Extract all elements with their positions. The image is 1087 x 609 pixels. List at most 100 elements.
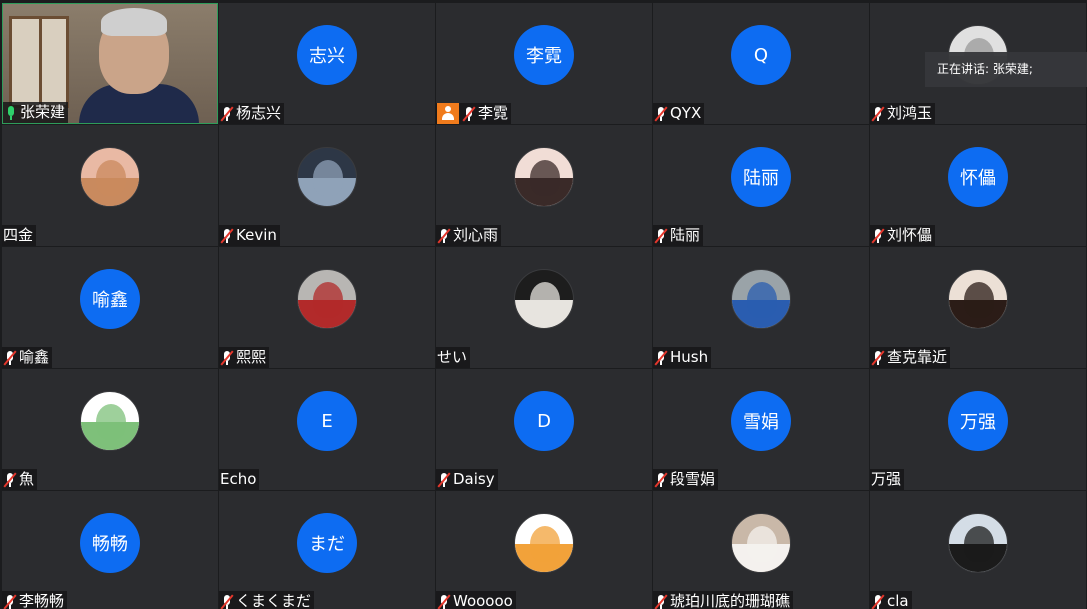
participant-nametag: 四金 (2, 225, 37, 246)
participant-tile[interactable]: 魚 (2, 369, 218, 490)
mic-muted-icon (220, 227, 234, 244)
participant-nametag: 刘怀儡 (870, 225, 936, 246)
participant-nametag: Kevin (219, 225, 280, 246)
participant-tile[interactable]: 万强 万强 (870, 369, 1086, 490)
avatar-photo (731, 269, 791, 329)
participant-nametag: Daisy (436, 469, 498, 490)
participant-tile[interactable]: 喻鑫 喻鑫 (2, 247, 218, 368)
participant-name: Hush (670, 348, 709, 366)
participant-tile[interactable]: Kevin (219, 125, 435, 246)
participant-name: 李霓 (478, 104, 509, 122)
mic-on-icon (4, 105, 18, 121)
avatar-photo-figure (96, 160, 126, 196)
participant-name: QYX (670, 104, 702, 122)
participant-tile[interactable]: 刘心雨 (436, 125, 652, 246)
participant-tile[interactable]: Hush (653, 247, 869, 368)
participant-name: 喻鑫 (19, 348, 50, 366)
participant-tile[interactable]: 四金 (2, 125, 218, 246)
participant-nametag: くまくまだ (219, 591, 315, 609)
mic-muted-icon (3, 471, 17, 488)
participant-tile[interactable]: 张荣建 (2, 3, 218, 124)
avatar-photo (80, 391, 140, 451)
avatar-initials: 志兴 (297, 25, 357, 85)
participant-tile[interactable]: 李霓 李霓 (436, 3, 652, 124)
participant-nametag: cla (870, 591, 912, 609)
participant-grid: 张荣建 志兴 杨志兴 李霓 李霓 Q QYX 刘鸿玉 四金 Kevin 刘心雨 陆丽 陆丽 怀儡 刘怀儡 喻鑫… (0, 0, 1087, 609)
avatar-photo (297, 269, 357, 329)
avatar-initials: D (514, 391, 574, 451)
participant-nametag: 熙熙 (219, 347, 270, 368)
participant-nametag: QYX (653, 103, 705, 124)
participant-tile[interactable]: Q QYX (653, 3, 869, 124)
participant-name: 刘心雨 (453, 226, 499, 244)
participant-tile[interactable]: まだくまくまだ (219, 491, 435, 609)
participant-name: 万强 (871, 470, 902, 488)
participant-tile[interactable]: 陆丽 陆丽 (653, 125, 869, 246)
participant-tile[interactable]: cla (870, 491, 1086, 609)
avatar-photo (297, 147, 357, 207)
participant-tile[interactable]: せい (436, 247, 652, 368)
avatar-photo (80, 147, 140, 207)
mic-muted-icon (654, 105, 668, 122)
participant-nametag: 万强 (870, 469, 905, 490)
participant-tile[interactable]: 查克靠近 (870, 247, 1086, 368)
participant-tile[interactable]: 志兴 杨志兴 (219, 3, 435, 124)
participant-name: 刘鸿玉 (887, 104, 933, 122)
mic-muted-icon (3, 349, 17, 366)
participant-nametag: 杨志兴 (219, 103, 285, 124)
avatar-photo (514, 147, 574, 207)
participant-tile[interactable]: 雪娟 段雪娟 (653, 369, 869, 490)
participant-nametag: 琥珀川底的珊瑚礁 (653, 591, 794, 609)
avatar-photo-figure (313, 160, 343, 196)
avatar-initials: E (297, 391, 357, 451)
avatar-photo (514, 513, 574, 573)
participant-name: くまくまだ (236, 592, 312, 609)
mic-muted-icon (220, 349, 234, 366)
avatar-photo (731, 513, 791, 573)
participant-tile[interactable]: D Daisy (436, 369, 652, 490)
participant-name: 陆丽 (670, 226, 701, 244)
mic-muted-icon (220, 105, 234, 122)
participant-name: せい (437, 348, 468, 366)
video-background (9, 16, 69, 108)
mic-muted-icon (654, 471, 668, 488)
participant-tile[interactable]: 琥珀川底的珊瑚礁 (653, 491, 869, 609)
participant-tile[interactable]: Wooooo (436, 491, 652, 609)
avatar-photo-figure (530, 282, 560, 318)
avatar-photo-figure (313, 282, 343, 318)
participant-nametag: 刘鸿玉 (870, 103, 936, 124)
participant-name: Daisy (453, 470, 495, 488)
avatar-initials: 雪娟 (731, 391, 791, 451)
mic-muted-icon (654, 227, 668, 244)
participant-name: 琥珀川底的珊瑚礁 (670, 592, 791, 609)
avatar-photo (948, 513, 1008, 573)
mic-muted-icon (871, 349, 885, 366)
participant-nametag: 喻鑫 (2, 347, 53, 368)
participant-tile[interactable]: 畅畅 李畅畅 (2, 491, 218, 609)
participant-nametag: 李霓 (436, 103, 512, 124)
avatar-photo-figure (530, 526, 560, 562)
participant-tile[interactable]: 怀儡 刘怀儡 (870, 125, 1086, 246)
participant-nametag: 陆丽 (653, 225, 704, 246)
participant-name: 查克靠近 (887, 348, 948, 366)
avatar-photo-figure (747, 282, 777, 318)
avatar-photo-figure (96, 404, 126, 440)
participant-nametag: 李畅畅 (2, 591, 68, 609)
participant-name: 熙熙 (236, 348, 267, 366)
participant-tile[interactable]: E Echo (219, 369, 435, 490)
avatar-photo-figure (747, 526, 777, 562)
host-badge-icon (437, 103, 459, 124)
participant-tile[interactable]: 熙熙 (219, 247, 435, 368)
participant-nametag: 张荣建 (3, 102, 69, 123)
participant-name: 李畅畅 (19, 592, 65, 609)
avatar-photo-figure (964, 282, 994, 318)
avatar-initials: まだ (297, 513, 357, 573)
participant-nametag: 刘心雨 (436, 225, 502, 246)
mic-muted-icon (871, 593, 885, 609)
participant-name: cla (887, 592, 909, 609)
avatar-initials: 万强 (948, 391, 1008, 451)
speaking-indicator: 正在讲话: 张荣建; (925, 52, 1087, 87)
participant-nametag: Hush (653, 347, 712, 368)
mic-muted-icon (220, 593, 234, 609)
avatar-initials: 李霓 (514, 25, 574, 85)
